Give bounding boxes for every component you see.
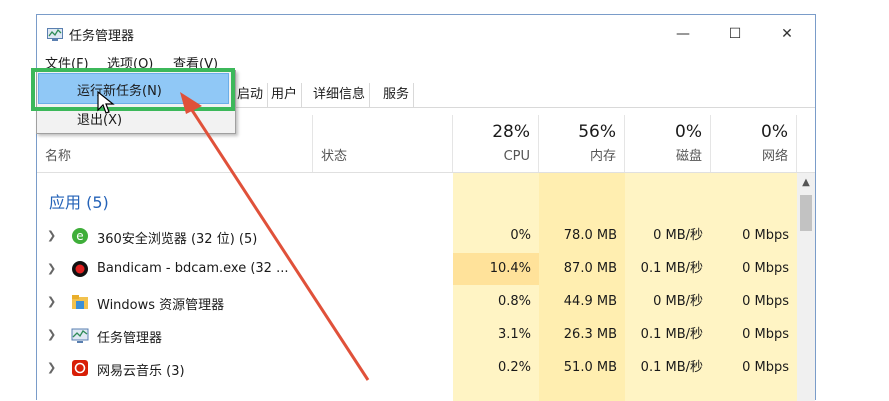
netease-music-icon [71, 359, 89, 377]
svg-text:e: e [76, 229, 83, 243]
task-manager-icon [47, 28, 63, 41]
column-memory-label: 内存 [589, 149, 616, 164]
column-name-label: 名称 [45, 149, 72, 164]
scroll-thumb[interactable] [800, 195, 812, 231]
chevron-right-icon[interactable]: ❯ [47, 295, 56, 308]
column-network[interactable]: 0% 网络 [711, 115, 797, 172]
process-disk: 0.1 MB/秒 [640, 327, 703, 342]
disk-total: 0% [675, 122, 702, 142]
column-cpu[interactable]: 28% CPU [453, 115, 539, 172]
process-disk: 0.1 MB/秒 [640, 360, 703, 375]
process-cpu: 10.4% [453, 253, 539, 285]
task-manager-icon [71, 326, 89, 344]
column-disk[interactable]: 0% 磁盘 [625, 115, 711, 172]
apps-group-header[interactable]: 应用 (5) [49, 189, 109, 213]
memory-total: 56% [578, 122, 616, 142]
process-cpu: 0.2% [497, 360, 531, 375]
close-button[interactable]: ✕ [767, 21, 807, 47]
process-cpu: 0.8% [497, 294, 531, 309]
minimize-button[interactable]: — [663, 21, 703, 47]
chevron-right-icon[interactable]: ❯ [47, 229, 56, 242]
chevron-right-icon[interactable]: ❯ [47, 262, 56, 275]
process-memory: 26.3 MB [563, 327, 617, 342]
process-cpu: 0% [510, 228, 531, 243]
process-network: 0 Mbps [742, 294, 789, 309]
chevron-right-icon[interactable]: ❯ [47, 361, 56, 374]
column-memory[interactable]: 56% 内存 [539, 115, 625, 172]
process-network: 0 Mbps [742, 360, 789, 375]
process-disk: 0 MB/秒 [653, 228, 703, 243]
column-network-label: 网络 [761, 149, 788, 164]
process-network: 0 Mbps [742, 261, 789, 276]
360-browser-icon: e [71, 227, 89, 245]
column-cpu-label: CPU [503, 149, 530, 164]
network-total: 0% [761, 122, 788, 142]
vertical-scrollbar[interactable]: ▲ [797, 173, 815, 401]
maximize-button[interactable]: ☐ [715, 21, 755, 47]
process-memory: 44.9 MB [563, 294, 617, 309]
process-network: 0 Mbps [742, 327, 789, 342]
cpu-total: 28% [492, 122, 530, 142]
process-memory: 87.0 MB [563, 261, 617, 276]
mouse-cursor-icon [97, 90, 115, 114]
scroll-up-icon[interactable]: ▲ [797, 177, 815, 188]
bandicam-icon [71, 260, 89, 278]
annotation-arrow-icon [180, 92, 370, 381]
process-cpu: 3.1% [497, 327, 531, 342]
explorer-icon [71, 293, 89, 311]
process-memory: 78.0 MB [563, 228, 617, 243]
process-memory: 51.0 MB [563, 360, 617, 375]
process-network: 0 Mbps [742, 228, 789, 243]
window-title: 任务管理器 [69, 29, 135, 44]
column-disk-label: 磁盘 [675, 149, 702, 164]
process-disk: 0 MB/秒 [653, 294, 703, 309]
title-bar: 任务管理器 — ☐ ✕ [37, 15, 815, 53]
process-disk: 0.1 MB/秒 [640, 261, 703, 276]
chevron-right-icon[interactable]: ❯ [47, 328, 56, 341]
